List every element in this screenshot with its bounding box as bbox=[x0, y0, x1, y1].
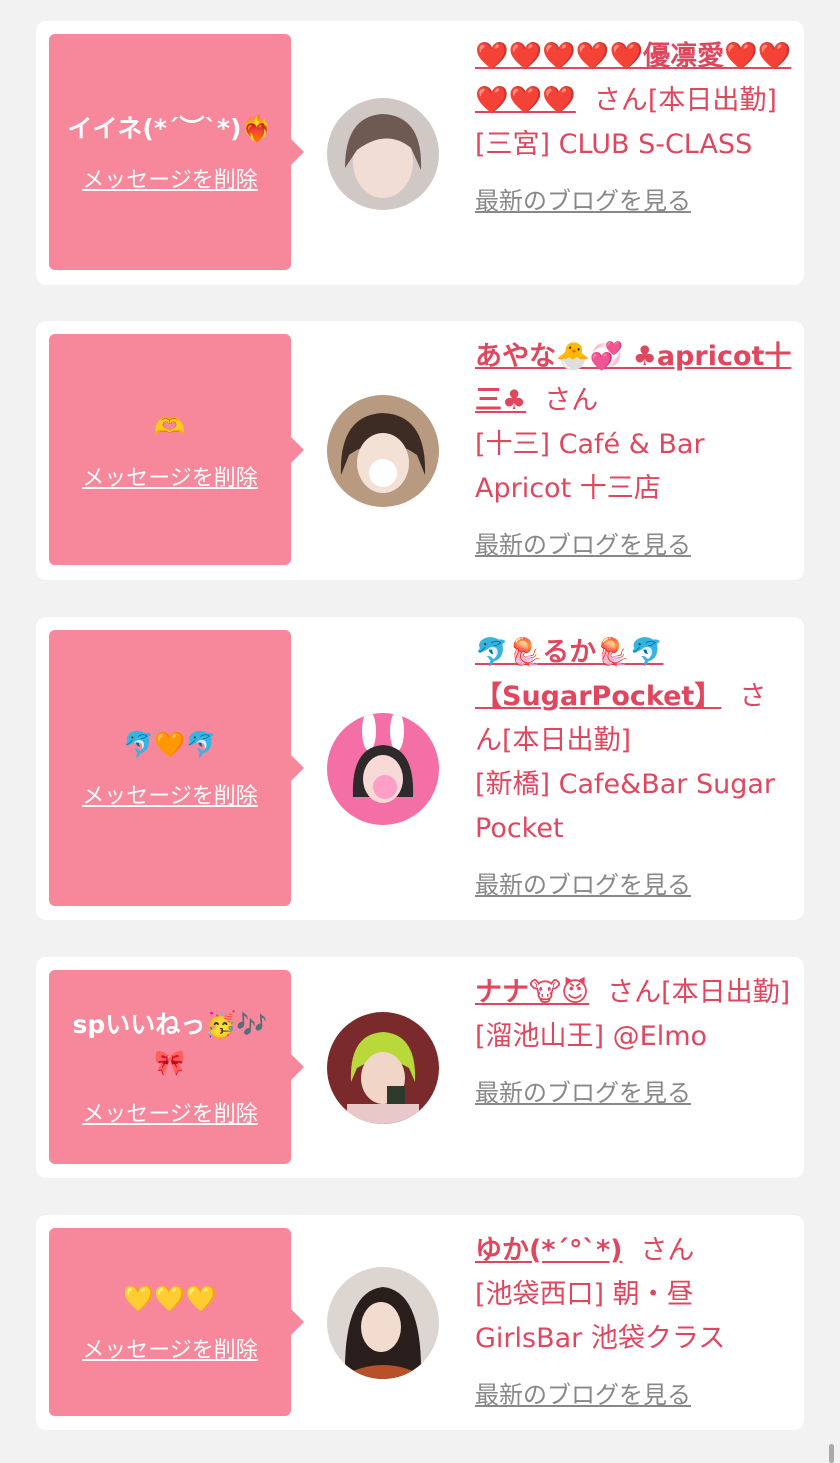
delete-message-link[interactable]: メッセージを削除 bbox=[82, 1096, 258, 1128]
delete-message-link[interactable]: メッセージを削除 bbox=[82, 778, 258, 810]
shop-name: [池袋西口] 朝・昼GirlsBar 池袋クラス bbox=[475, 1279, 726, 1354]
honorific: さん bbox=[607, 977, 662, 1008]
user-name-link[interactable]: 🐬🪼るか🪼🐬【SugarPocket】 bbox=[475, 637, 721, 712]
avatar[interactable] bbox=[327, 98, 439, 210]
user-name-link[interactable]: ゆか(*´°`*) bbox=[475, 1235, 622, 1266]
honorific: さん bbox=[544, 385, 599, 416]
delete-message-link[interactable]: メッセージを削除 bbox=[82, 1332, 258, 1364]
list-item: 🐬🧡🐬 メッセージを削除 🐬🪼るか🪼🐬【SugarPocket】 さん[本日出勤]… bbox=[36, 617, 804, 920]
list-item: spいいねっ🥳🎶🎀 メッセージを削除 ナナ🐮😈 さん[本日出勤] [溜池山王] @… bbox=[36, 957, 804, 1178]
scrollbar[interactable] bbox=[829, 1444, 834, 1463]
message-text: 🫶 bbox=[154, 411, 186, 441]
honorific: さん bbox=[593, 85, 648, 116]
user-info: ゆか(*´°`*) さん [池袋西口] 朝・昼GirlsBar 池袋クラス 最新の… bbox=[475, 1229, 793, 1417]
message-bubble: 💛💛💛 メッセージを削除 bbox=[49, 1228, 304, 1416]
delete-message-link[interactable]: メッセージを削除 bbox=[82, 460, 258, 492]
user-name-link[interactable]: ナナ🐮😈 bbox=[475, 977, 589, 1008]
blog-link[interactable]: 最新のブログを見る bbox=[475, 179, 793, 223]
message-text: 💛💛💛 bbox=[123, 1284, 217, 1313]
shop-name: [十三] Café & Bar Apricot 十三店 bbox=[475, 429, 705, 504]
status-text: [本日出勤] bbox=[661, 977, 791, 1008]
shop-name: [溜池山王] @Elmo bbox=[475, 1021, 708, 1052]
blog-link[interactable]: 最新のブログを見る bbox=[475, 863, 793, 907]
avatar[interactable] bbox=[327, 395, 439, 507]
status-text: [本日出勤] bbox=[647, 85, 777, 116]
message-text: 🐬🧡🐬 bbox=[123, 730, 217, 759]
user-info: あやな🐣💞 ♣apricot十三♣ さん [十三] Café & Bar Apri… bbox=[475, 335, 793, 567]
user-name-link[interactable]: あやな🐣💞 ♣apricot十三♣ bbox=[475, 341, 791, 416]
message-bubble: 🫶 メッセージを削除 bbox=[49, 334, 304, 565]
honorific: さん bbox=[640, 1235, 695, 1266]
user-info: 🐬🪼るか🪼🐬【SugarPocket】 さん[本日出勤] [新橋] Cafe&Ba… bbox=[475, 631, 793, 907]
avatar[interactable] bbox=[327, 713, 439, 825]
message-bubble: 🐬🧡🐬 メッセージを削除 bbox=[49, 630, 304, 906]
status-text: [本日出勤] bbox=[502, 725, 632, 756]
user-info: ❤️❤️❤️❤️❤️優凛愛❤️❤️❤️❤️❤️ さん[本日出勤] [三宮] CLU… bbox=[475, 35, 793, 223]
avatar[interactable] bbox=[327, 1012, 439, 1124]
favorites-list: イイネ(*´︶`*)❤️‍🔥 メッセージを削除 ❤️❤️❤️❤️❤️優凛愛❤️❤… bbox=[0, 0, 840, 1463]
delete-message-link[interactable]: メッセージを削除 bbox=[82, 162, 258, 194]
message-text: spいいねっ🥳🎶🎀 bbox=[72, 1010, 268, 1077]
message-bubble: spいいねっ🥳🎶🎀 メッセージを削除 bbox=[49, 970, 304, 1164]
list-item: イイネ(*´︶`*)❤️‍🔥 メッセージを削除 ❤️❤️❤️❤️❤️優凛愛❤️❤… bbox=[36, 21, 804, 285]
avatar[interactable] bbox=[327, 1267, 439, 1379]
user-info: ナナ🐮😈 さん[本日出勤] [溜池山王] @Elmo 最新のブログを見る bbox=[475, 971, 793, 1115]
shop-name: [三宮] CLUB S-CLASS bbox=[475, 129, 753, 160]
message-bubble: イイネ(*´︶`*)❤️‍🔥 メッセージを削除 bbox=[49, 34, 304, 270]
message-text: イイネ(*´︶`*)❤️‍🔥 bbox=[67, 114, 273, 143]
list-item: 💛💛💛 メッセージを削除 ゆか(*´°`*) さん [池袋西口] 朝・昼Girls… bbox=[36, 1215, 804, 1430]
list-item: 🫶 メッセージを削除 あやな🐣💞 ♣apricot十三♣ さん [十三] Café… bbox=[36, 321, 804, 580]
blog-link[interactable]: 最新のブログを見る bbox=[475, 523, 793, 567]
blog-link[interactable]: 最新のブログを見る bbox=[475, 1373, 793, 1417]
shop-name: [新橋] Cafe&Bar Sugar Pocket bbox=[475, 769, 776, 844]
blog-link[interactable]: 最新のブログを見る bbox=[475, 1071, 793, 1115]
